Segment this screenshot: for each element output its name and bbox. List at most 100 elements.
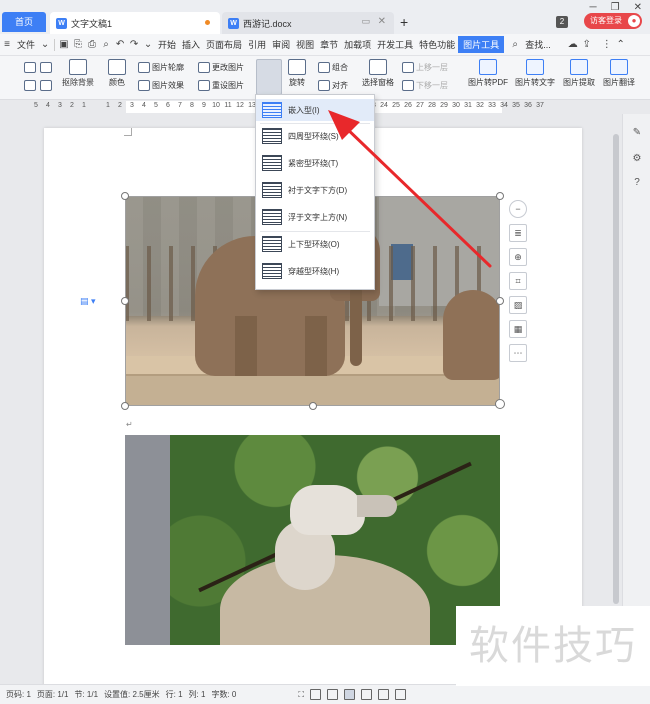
hamburger-icon[interactable]: ≡: [0, 39, 14, 50]
setting-value[interactable]: 设置值: 2.5厘米: [104, 689, 160, 700]
page-number[interactable]: 页码: 1: [6, 689, 31, 700]
wrap-tight-option[interactable]: 紧密型环绕(T): [256, 152, 374, 174]
change-picture-button[interactable]: 更改图片: [198, 62, 244, 73]
page-view-icon[interactable]: [343, 689, 355, 700]
collapse-icon[interactable]: ⌃: [614, 39, 628, 50]
close-tab-icon[interactable]: ✕: [378, 16, 386, 27]
menu-review[interactable]: 审阅: [269, 38, 293, 51]
wrap-inline-option[interactable]: 嵌入型(I): [256, 99, 374, 121]
color-button[interactable]: 颜色: [108, 59, 126, 88]
menu-file[interactable]: 文件: [14, 38, 38, 51]
tab-document-1[interactable]: W 文字文稿1: [50, 12, 220, 34]
web-view-icon[interactable]: [377, 689, 389, 700]
picture-outline-button[interactable]: 图片轮廓: [138, 62, 184, 73]
collapse-icon[interactable]: −: [509, 200, 527, 218]
export-icon[interactable]: ⎘: [71, 39, 85, 50]
eye-protection-icon[interactable]: [394, 689, 406, 700]
settings-sliders-icon[interactable]: ⚙: [630, 152, 644, 166]
undo-icon[interactable]: ↶: [113, 39, 127, 50]
vertical-scrollbar[interactable]: [611, 114, 621, 684]
monitor-icon[interactable]: ▭: [361, 16, 370, 27]
menu-insert[interactable]: 插入: [179, 38, 203, 51]
picture-extract-button[interactable]: 图片提取: [563, 59, 595, 88]
cloud-icon[interactable]: ☁: [566, 39, 580, 50]
contrast-down-icon[interactable]: [40, 80, 52, 91]
vulture-photo[interactable]: [125, 435, 500, 645]
more-icon[interactable]: ⋯: [509, 344, 527, 362]
search-label[interactable]: 查找...: [522, 38, 554, 51]
reset-picture-button[interactable]: 重设图片: [198, 80, 244, 91]
menu-picture-tools[interactable]: 图片工具: [458, 36, 505, 53]
selection-pane-button[interactable]: 选择窗格: [362, 59, 394, 88]
align-button[interactable]: 对齐: [318, 80, 348, 91]
send-backward-button[interactable]: 下移一层: [402, 80, 448, 91]
write-mode-icon[interactable]: [326, 689, 338, 700]
preview-icon[interactable]: ⌕: [99, 39, 113, 50]
focus-mode-icon[interactable]: ⛶: [298, 690, 304, 700]
wrap-option-label: 衬于文字下方(D): [288, 185, 348, 195]
print-icon[interactable]: ⎙: [85, 39, 99, 50]
tab-document-2[interactable]: W 西游记.docx ▭ ✕: [222, 12, 394, 34]
divider: [260, 123, 370, 124]
close-icon[interactable]: ✕: [634, 2, 642, 13]
wrap-top-bottom-option[interactable]: 上下型环绕(O): [256, 233, 374, 255]
visitor-login-button[interactable]: 访客登录 ●: [584, 13, 642, 29]
contrast-icon[interactable]: [40, 62, 52, 73]
resize-handle-bottom-left[interactable]: [121, 402, 129, 410]
menu-section[interactable]: 章节: [317, 38, 341, 51]
new-tab-button[interactable]: +: [400, 14, 408, 30]
menu-addins[interactable]: 加载项: [341, 38, 374, 51]
wrap-behind-text-option[interactable]: 衬于文字下方(D): [256, 179, 374, 201]
picture-to-pdf-button[interactable]: 图片转PDF: [468, 59, 508, 88]
pen-icon[interactable]: ✎: [630, 126, 644, 140]
chevron-down-icon[interactable]: ⌄: [38, 39, 52, 50]
resize-handle-left[interactable]: [121, 297, 129, 305]
redo-icon[interactable]: ↷: [127, 39, 141, 50]
restore-icon[interactable]: ❐: [611, 2, 620, 13]
anchor-icon[interactable]: ▤ ▾: [80, 296, 96, 307]
menu-layout[interactable]: 页面布局: [203, 38, 245, 51]
wrap-square-option[interactable]: 四周型环绕(S): [256, 125, 374, 147]
ruler-tick: 28: [428, 102, 436, 109]
more-icon[interactable]: ⋮: [600, 39, 614, 50]
rotate-handle[interactable]: [495, 399, 505, 409]
wrap-through-option[interactable]: 穿越型环绕(H): [256, 260, 374, 282]
picture-to-text-button[interactable]: 图片转文字: [515, 59, 555, 88]
scrollbar-thumb[interactable]: [613, 134, 619, 604]
wrap-in-front-option[interactable]: 浮于文字上方(N): [256, 206, 374, 228]
save-icon[interactable]: ▣: [57, 39, 71, 50]
menu-home[interactable]: 开始: [155, 38, 179, 51]
resize-handle-bottom[interactable]: [309, 402, 317, 410]
remove-background-button[interactable]: 抠除背景: [62, 59, 94, 88]
group-button[interactable]: 组合: [318, 62, 348, 73]
word-count[interactable]: 字数: 0: [211, 689, 236, 700]
resize-handle-top-left[interactable]: [121, 192, 129, 200]
tab-home[interactable]: 首页: [2, 12, 46, 32]
menu-developer[interactable]: 开发工具: [374, 38, 416, 51]
bring-forward-button[interactable]: 上移一层: [402, 62, 448, 73]
rotate-button[interactable]: 旋转: [288, 59, 306, 88]
menu-view[interactable]: 视图: [293, 38, 317, 51]
share-icon[interactable]: ⇪: [580, 39, 594, 50]
layout-options-icon[interactable]: ≣: [509, 224, 527, 242]
help-icon[interactable]: ?: [630, 176, 644, 190]
minimize-icon[interactable]: ─: [590, 2, 597, 13]
picture-translate-button[interactable]: 图片翻译: [603, 59, 635, 88]
chevron-down-icon[interactable]: ⌄: [141, 39, 155, 50]
brightness-down-icon[interactable]: [24, 80, 36, 91]
read-mode-icon[interactable]: [309, 689, 321, 700]
menu-features[interactable]: 特色功能: [416, 38, 458, 51]
crop-icon[interactable]: ⌗: [509, 272, 527, 290]
resize-handle-top-right[interactable]: [496, 192, 504, 200]
resize-handle-right[interactable]: [496, 297, 504, 305]
window-count-badge[interactable]: 2: [556, 16, 568, 28]
picture-replace-icon[interactable]: ▦: [509, 320, 527, 338]
menu-references[interactable]: 引用: [245, 38, 269, 51]
outline-view-icon[interactable]: [360, 689, 372, 700]
zoom-icon[interactable]: ⊕: [509, 248, 527, 266]
brightness-icon[interactable]: [24, 62, 36, 73]
behind-text-icon: [262, 182, 282, 198]
picture-style-icon[interactable]: ▨: [509, 296, 527, 314]
search-icon[interactable]: ⌕: [508, 39, 522, 50]
picture-effect-button[interactable]: 图片效果: [138, 80, 184, 91]
